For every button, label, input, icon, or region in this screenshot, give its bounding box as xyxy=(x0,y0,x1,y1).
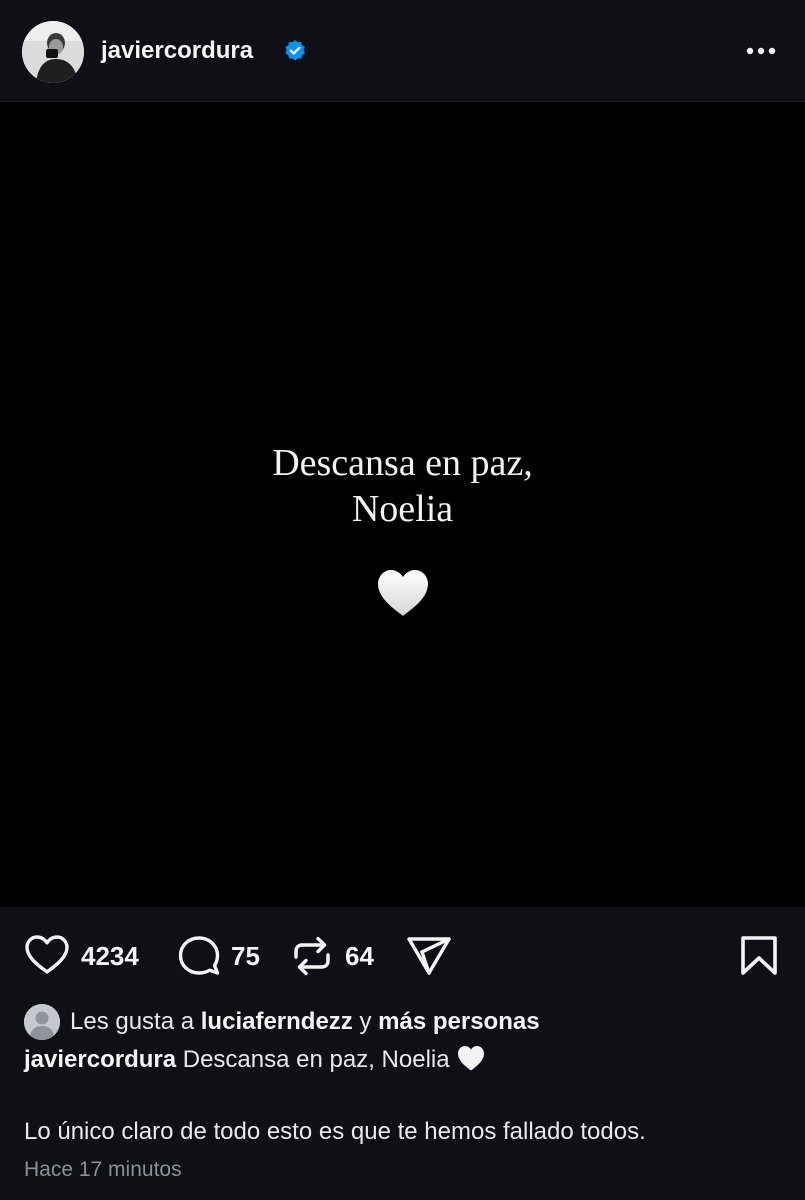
caption-comment: Lo único claro de todo esto es que te he… xyxy=(24,1118,646,1145)
liker-username[interactable]: luciaferndezz xyxy=(201,1008,353,1035)
post-meta: Les gusta a luciaferndezz y más personas… xyxy=(0,1002,805,1200)
liked-by-prefix: Les gusta a xyxy=(70,1008,195,1035)
profile-avatar[interactable] xyxy=(22,21,84,83)
header-username[interactable]: javiercordura xyxy=(101,36,253,66)
like-count: 4234 xyxy=(81,941,139,971)
avatar-photo-icon xyxy=(22,21,84,83)
repost-count: 64 xyxy=(345,941,374,971)
share-icon[interactable] xyxy=(406,935,452,977)
default-avatar-icon xyxy=(24,1004,60,1040)
liked-by-others[interactable]: más personas xyxy=(378,1008,539,1035)
heart-icon[interactable] xyxy=(24,935,70,975)
post-caption: javiercordura Descansa en paz, Noelia xyxy=(24,1042,486,1078)
comment-count: 75 xyxy=(231,941,260,971)
white-heart-emoji-icon xyxy=(457,1046,484,1071)
bookmark-icon[interactable] xyxy=(739,935,779,977)
save-action[interactable] xyxy=(739,935,779,975)
share-action[interactable] xyxy=(406,935,452,975)
more-options-icon[interactable] xyxy=(739,34,783,68)
post-timestamp: Hace 17 minutos xyxy=(24,1158,182,1181)
caption-username[interactable]: javiercordura xyxy=(24,1046,176,1073)
post-text-line2: Noelia xyxy=(351,488,454,530)
post-image-text: Descansa en paz, Noelia xyxy=(0,440,805,532)
comment-action[interactable]: 75 xyxy=(176,935,271,975)
action-bar: 4234 75 64 xyxy=(0,907,805,1002)
verified-badge-icon xyxy=(285,40,305,61)
repost-action[interactable]: 64 xyxy=(291,935,391,977)
like-action[interactable]: 4234 xyxy=(24,935,154,975)
repost-icon[interactable] xyxy=(291,935,333,977)
post-text-line1: Descansa en paz, xyxy=(272,442,533,484)
liker-avatar xyxy=(24,1004,60,1040)
caption-text: Descansa en paz, Noelia xyxy=(182,1046,450,1073)
post-image[interactable]: Descansa en paz, Noelia xyxy=(0,102,805,907)
liked-by-connector: y xyxy=(359,1008,372,1035)
liked-by-text: Les gusta a luciaferndezz y más personas xyxy=(70,1002,540,1042)
white-heart-icon xyxy=(378,570,428,616)
comment-icon[interactable] xyxy=(176,935,222,977)
post-header: javiercordura xyxy=(0,0,805,102)
